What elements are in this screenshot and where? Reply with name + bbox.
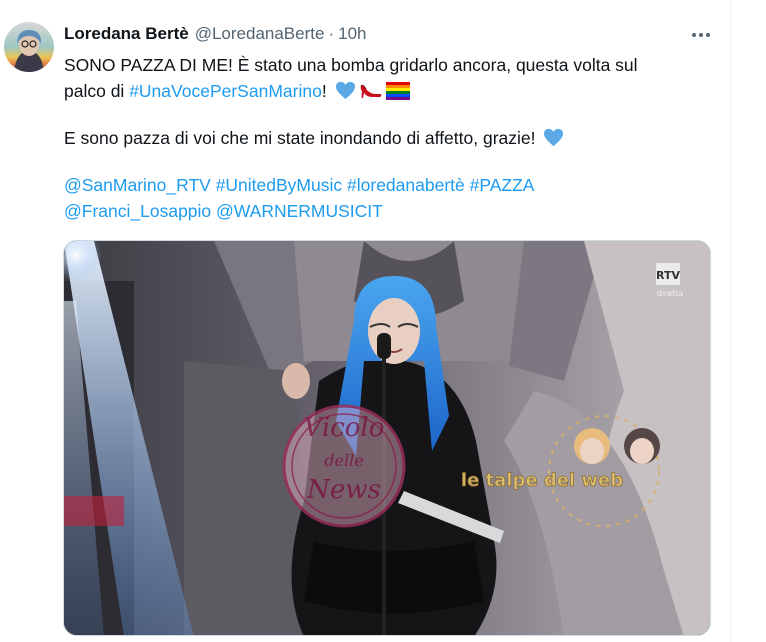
tweet-text-line-3: E sono pazza di voi che mi state inondan… bbox=[64, 125, 714, 151]
hashtag-link[interactable]: #UnitedByMusic bbox=[216, 175, 342, 195]
hashtag-link[interactable]: #UnaVocePerSanMarino bbox=[129, 81, 322, 101]
mention-link[interactable]: @Franci_Losappio bbox=[64, 201, 211, 221]
watermark-text: delle bbox=[324, 451, 363, 470]
hashtag-link[interactable]: #PAZZA bbox=[470, 175, 535, 195]
tweet-text-line-1: SONO PAZZA DI ME! È stato una bomba grid… bbox=[64, 55, 638, 75]
watermark-text: le talpe del web bbox=[461, 470, 623, 491]
more-horizontal-icon bbox=[692, 33, 696, 37]
tweet-text: SONO PAZZA DI ME! È stato una bomba grid… bbox=[64, 52, 714, 224]
high-heel-icon bbox=[359, 80, 383, 107]
blue-heart-icon bbox=[335, 81, 356, 107]
hashtag-link[interactable]: #loredanabertè bbox=[347, 175, 465, 195]
blue-heart-icon bbox=[543, 128, 564, 154]
broadcaster-badge: diretta bbox=[657, 289, 684, 298]
author-name[interactable]: Loredana Bertè bbox=[64, 24, 189, 44]
tweet-header: Loredana Bertè @LoredanaBerte · 10h bbox=[64, 23, 366, 45]
mention-link[interactable]: @WARNERMUSICIT bbox=[216, 201, 383, 221]
rainbow-flag-icon bbox=[385, 81, 410, 107]
watermark-text: News bbox=[306, 475, 381, 505]
tweet-media-image[interactable]: Vicolo delle News le talpe del web RTV d… bbox=[63, 240, 711, 636]
author-handle[interactable]: @LoredanaBerte bbox=[195, 24, 325, 44]
svg-text:RTV: RTV bbox=[656, 269, 680, 282]
tweet-text-line-2: palco di #UnaVocePerSanMarino! bbox=[64, 78, 714, 104]
timeline-column: Loredana Bertè @LoredanaBerte · 10h SONO… bbox=[0, 0, 731, 642]
watermark-text: Vicolo bbox=[304, 413, 385, 443]
tweet-timestamp[interactable]: 10h bbox=[338, 24, 366, 44]
separator: · bbox=[328, 24, 335, 43]
mentions-line-1: @SanMarino_RTV #UnitedByMusic #loredanab… bbox=[64, 172, 714, 198]
mentions-line-2: @Franci_Losappio @WARNERMUSICIT bbox=[64, 198, 714, 224]
mention-link[interactable]: @SanMarino_RTV bbox=[64, 175, 211, 195]
more-options-button[interactable] bbox=[684, 22, 718, 48]
tweet[interactable]: Loredana Bertè @LoredanaBerte · 10h SONO… bbox=[0, 0, 731, 642]
avatar[interactable] bbox=[4, 22, 54, 72]
